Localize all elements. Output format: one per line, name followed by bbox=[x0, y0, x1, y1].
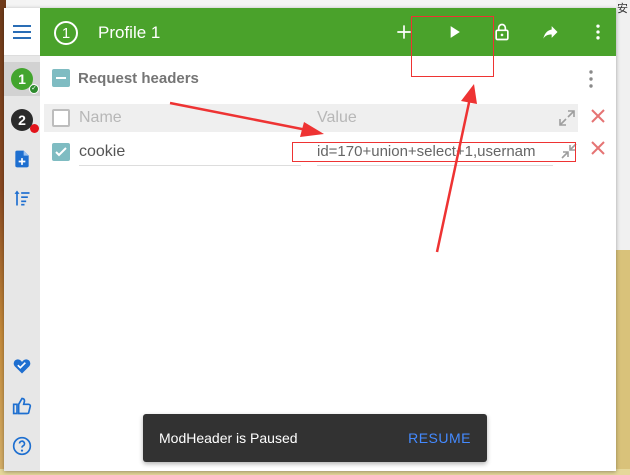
header-enabled-checkbox[interactable] bbox=[52, 143, 70, 161]
check-icon bbox=[55, 147, 67, 157]
help-icon[interactable] bbox=[12, 436, 32, 456]
expand-icon[interactable] bbox=[558, 109, 576, 127]
annotation-box-value bbox=[292, 142, 576, 162]
profile-title[interactable]: Profile 1 bbox=[98, 23, 160, 43]
profile-2-status-dot bbox=[30, 124, 39, 133]
hamburger-icon bbox=[13, 30, 31, 33]
new-header-row: Name Value bbox=[44, 104, 578, 132]
section-more-vert-icon[interactable] bbox=[581, 68, 601, 90]
modheader-popup: 1 ✓ 2 1 Profile 1 Request headers Name V… bbox=[4, 8, 616, 471]
background-page-edge-right-lower bbox=[616, 250, 630, 475]
name-placeholder[interactable]: Name bbox=[79, 109, 122, 127]
section-toggle-checkbox[interactable] bbox=[52, 69, 70, 87]
thumbs-up-icon[interactable] bbox=[12, 396, 32, 416]
lock-icon[interactable] bbox=[492, 22, 512, 42]
menu-button[interactable] bbox=[4, 8, 40, 56]
request-headers-section: Request headers bbox=[40, 64, 616, 96]
delete-x-icon[interactable] bbox=[589, 107, 607, 125]
add-profile-icon[interactable] bbox=[12, 149, 32, 169]
resume-button[interactable]: RESUME bbox=[408, 430, 471, 446]
profile-number-badge: 1 bbox=[54, 21, 78, 45]
sort-icon[interactable] bbox=[12, 188, 32, 208]
donate-heart-icon[interactable] bbox=[12, 356, 32, 376]
annotation-box-play bbox=[411, 16, 494, 77]
sidebar: 1 ✓ 2 bbox=[4, 8, 40, 471]
delete-x-icon[interactable] bbox=[589, 139, 607, 157]
profile-header-bar: 1 Profile 1 bbox=[40, 8, 616, 56]
new-header-checkbox[interactable] bbox=[52, 109, 70, 127]
section-title: Request headers bbox=[78, 70, 199, 87]
header-name-field[interactable]: cookie bbox=[79, 138, 301, 166]
background-page-text: 安 bbox=[617, 3, 628, 15]
more-vert-icon[interactable] bbox=[588, 22, 608, 42]
paused-snackbar: ModHeader is Paused RESUME bbox=[143, 414, 487, 462]
active-check-icon: ✓ bbox=[29, 84, 39, 94]
minus-icon bbox=[56, 77, 66, 79]
share-icon[interactable] bbox=[540, 22, 560, 42]
snackbar-message: ModHeader is Paused bbox=[159, 430, 298, 446]
value-placeholder[interactable]: Value bbox=[317, 109, 357, 127]
